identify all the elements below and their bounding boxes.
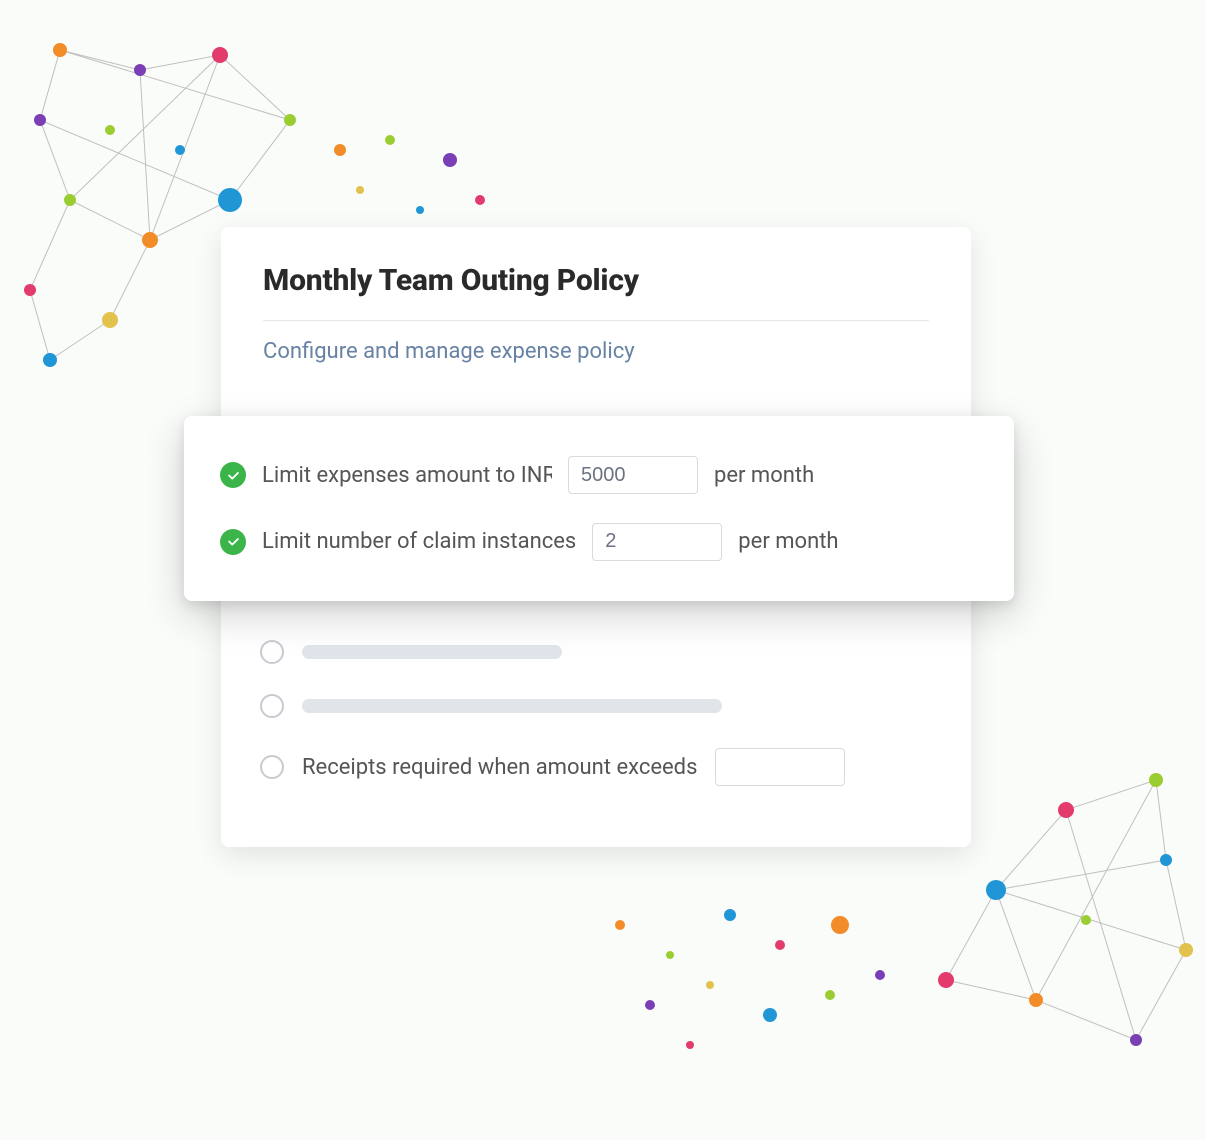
- rule1-suffix: per month: [714, 463, 814, 488]
- inactive-rule-row[interactable]: [260, 640, 940, 664]
- rule1-prefix: Limit expenses amount to INR: [262, 463, 552, 488]
- placeholder-line: [302, 645, 562, 659]
- check-circle-icon: [220, 462, 246, 488]
- placeholder-line: [302, 699, 722, 713]
- receipts-threshold-input[interactable]: [715, 748, 845, 786]
- policy-subtitle: Configure and manage expense policy: [263, 339, 929, 364]
- active-rules-overlay: Limit expenses amount to INR per month L…: [184, 416, 1014, 601]
- radio-unchecked-icon: [260, 640, 284, 664]
- expense-amount-input[interactable]: [568, 456, 698, 494]
- decorative-dots-bottom: [580, 885, 920, 1065]
- inactive-rules-list: Receipts required when amount exceeds: [260, 640, 940, 786]
- claim-instances-input[interactable]: [592, 523, 722, 561]
- limit-expense-amount-rule[interactable]: Limit expenses amount to INR per month: [220, 456, 978, 494]
- check-circle-icon: [220, 529, 246, 555]
- limit-claim-instances-rule[interactable]: Limit number of claim instances per mont…: [220, 523, 978, 561]
- rule2-prefix: Limit number of claim instances: [262, 529, 576, 554]
- radio-unchecked-icon: [260, 694, 284, 718]
- receipts-required-label: Receipts required when amount exceeds: [302, 755, 697, 780]
- policy-title: Monthly Team Outing Policy: [263, 263, 929, 298]
- divider: [263, 320, 929, 321]
- inactive-rule-row[interactable]: [260, 694, 940, 718]
- radio-unchecked-icon: [260, 755, 284, 779]
- receipts-required-rule[interactable]: Receipts required when amount exceeds: [260, 748, 940, 786]
- rule2-suffix: per month: [738, 529, 838, 554]
